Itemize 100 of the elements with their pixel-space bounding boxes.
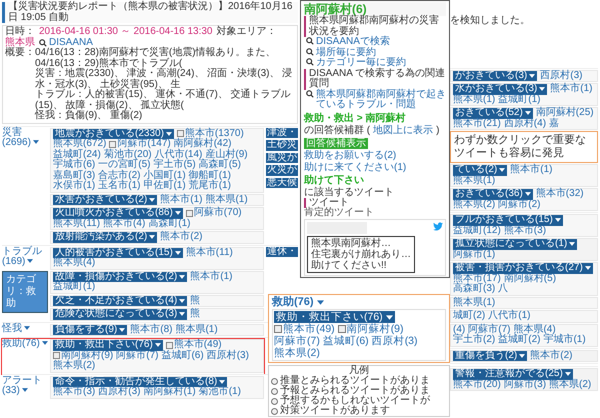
place-link[interactable]: 熊本県(2) bbox=[549, 380, 592, 390]
place-link[interactable]: 熊本市(20) bbox=[453, 380, 501, 390]
place-link[interactable]: 熊本市(1) bbox=[550, 84, 592, 94]
answer-link[interactable]: 救助をお願いする(2) bbox=[304, 150, 396, 160]
place-link[interactable]: 熊本県(1) bbox=[175, 324, 218, 335]
place-link[interactable]: 宇土市(2) bbox=[453, 335, 496, 346]
place-link[interactable]: 西原村(4) bbox=[504, 118, 546, 129]
place-link[interactable]: 西原村(3) bbox=[206, 350, 249, 361]
place-link[interactable]: 南阿蘇村(25) bbox=[536, 108, 594, 118]
place-link[interactable]: 阿蘇市(147) bbox=[117, 139, 171, 150]
subcategory-button[interactable]: 地震がおきている(2330) bbox=[53, 128, 174, 139]
place-link[interactable]: 菊池市(20) bbox=[104, 150, 152, 160]
place-link[interactable]: 合志市(2) bbox=[98, 170, 140, 181]
place-link[interactable]: 阿蘇市(2) bbox=[498, 200, 540, 210]
place-link[interactable]: 益城町(6) bbox=[161, 350, 204, 361]
place-link[interactable]: 阿蘇市(7) bbox=[274, 335, 320, 347]
place-link[interactable]: 熊本県(2) bbox=[53, 361, 96, 372]
category-link[interactable]: 災害(2696) bbox=[2, 128, 48, 148]
place-link[interactable]: 菊池市(1) bbox=[198, 387, 241, 398]
subcategory-button[interactable]: 人的被害がおきている(15) bbox=[53, 248, 183, 258]
place-link[interactable]: 甲佐町(1) bbox=[143, 181, 186, 192]
subcategory-button[interactable]: 被害・損害がおきている(27) bbox=[453, 263, 593, 274]
place-link[interactable]: 熊本市(1370) bbox=[184, 128, 244, 139]
place-link[interactable]: 熊本県(4) bbox=[513, 324, 556, 335]
place-link[interactable]: 南阿蘇村(5) bbox=[504, 274, 556, 284]
place-link[interactable]: 熊本市(11) bbox=[186, 248, 233, 258]
place-link[interactable]: 宇城市(1) bbox=[543, 335, 586, 346]
category-link[interactable]: アラート(33) bbox=[2, 376, 48, 396]
search-link[interactable]: カテゴリー毎に要約 bbox=[306, 58, 446, 68]
subcategory-button[interactable]: 欠乏・不足がおきている(4) bbox=[53, 296, 188, 306]
place-link[interactable]: 熊本市(32) bbox=[536, 189, 584, 200]
place-link[interactable]: 宇城市(6) bbox=[53, 160, 96, 170]
place-link[interactable]: 熊本県(2) bbox=[274, 347, 320, 359]
place-link[interactable]: 阿蘇市(3) bbox=[504, 380, 546, 390]
place-link[interactable]: 西原村(3) bbox=[372, 335, 418, 347]
subcategory-button[interactable]: 放射能汚染がある(2) bbox=[53, 232, 158, 242]
place-link[interactable]: 八 bbox=[498, 284, 508, 294]
category-link[interactable]: トラブル(169) bbox=[2, 246, 48, 268]
place-link[interactable]: 熊本市(49) bbox=[174, 340, 222, 350]
subcategory-button[interactable]: おきている(52) bbox=[453, 108, 533, 118]
place-link[interactable]: 高森町(3) bbox=[453, 284, 496, 294]
place-link[interactable]: 熊 bbox=[190, 309, 200, 320]
place-link[interactable]: 熊本市(8) bbox=[130, 324, 172, 335]
subcategory-button[interactable]: 孤立状態になっている(1) bbox=[453, 239, 578, 250]
place-link[interactable]: 益城町(6) bbox=[322, 335, 369, 347]
place-link[interactable]: 水俣市(1) bbox=[53, 181, 96, 192]
place-link[interactable]: 益城町(2) bbox=[498, 335, 540, 346]
place-link[interactable]: 小国町(1) bbox=[143, 170, 186, 181]
place-link[interactable]: 益城町(1) bbox=[53, 282, 96, 292]
subcategory-button[interactable]: 火山噴火がおきている(86) bbox=[53, 208, 183, 218]
place-link[interactable]: 熊本市(4) bbox=[103, 218, 146, 229]
place-link[interactable]: 八代市(14) bbox=[154, 150, 202, 160]
search-link[interactable]: 熊本県阿蘇郡南阿蘇村で起きているトラブル・問題 bbox=[306, 90, 446, 110]
place-link[interactable]: 熊本県(1) bbox=[205, 194, 248, 205]
place-link[interactable]: 益城町(12) bbox=[453, 226, 501, 236]
place-link[interactable]: 熊本県(11) bbox=[53, 218, 100, 229]
place-link[interactable]: 熊本県(1) bbox=[453, 176, 496, 186]
place-link[interactable]: 熊本県(1) bbox=[453, 94, 496, 105]
category-link[interactable]: 怪我 bbox=[2, 324, 48, 334]
place-link[interactable]: 高森町(5) bbox=[198, 160, 241, 170]
place-link[interactable]: 玉名市(1) bbox=[98, 181, 140, 192]
place-link[interactable]: 阿蘇市(1) bbox=[453, 250, 496, 260]
place-link[interactable]: 益城町(24) bbox=[53, 150, 101, 160]
subcategory-button[interactable]: 救助・救出下さい(76) bbox=[53, 340, 163, 350]
place-link[interactable]: 熊本市(1) bbox=[190, 272, 232, 282]
subcategory-button[interactable]: 水がおきている(3) bbox=[453, 84, 548, 94]
answer-link[interactable]: 助けに来てください(1) bbox=[304, 162, 406, 172]
place-link[interactable]: 熊本県(672) bbox=[53, 139, 106, 150]
subcategory-button[interactable]: おきている(36) bbox=[453, 189, 533, 200]
place-link[interactable]: 嘉島町(3) bbox=[53, 170, 96, 181]
category-link[interactable]: 救助(76) bbox=[272, 296, 324, 308]
place-link[interactable]: 熊本市(17) bbox=[453, 274, 501, 284]
subcategory-button[interactable]: 負傷をする(9) bbox=[53, 324, 128, 335]
place-link[interactable]: 熊本市(3) bbox=[504, 226, 546, 236]
subcategory-button[interactable]: 命令・指示・勧告が発生している(8) bbox=[53, 376, 228, 387]
place-link[interactable]: 八代市(1) bbox=[488, 311, 530, 322]
subcategory-button[interactable]: 故障・損傷がおきている(2) bbox=[53, 272, 188, 282]
place-link[interactable]: 高森町(1) bbox=[148, 218, 191, 229]
place-link[interactable]: 熊本市(49) bbox=[283, 323, 335, 335]
subcategory-button[interactable]: 危険な状態になっている(3) bbox=[53, 309, 188, 320]
place-link[interactable]: 熊本県(2) bbox=[453, 200, 496, 210]
place-link[interactable]: 御船町(1) bbox=[188, 170, 231, 181]
subcategory-button[interactable]: 水害がおきている(2) bbox=[53, 194, 158, 205]
disaana-link[interactable]: DISAANA bbox=[39, 38, 93, 48]
subcategory-button[interactable]: 救助・救出下さい(76) bbox=[274, 311, 395, 323]
place-link[interactable]: 熊本市(3) bbox=[53, 387, 96, 398]
place-link[interactable]: 熊本市(1) bbox=[160, 194, 202, 205]
place-link[interactable]: 阿蘇市(7) bbox=[116, 350, 158, 361]
place-link[interactable]: 熊本市(1) bbox=[510, 165, 552, 176]
map-link[interactable]: 地図上に表示 bbox=[373, 124, 434, 136]
place-link[interactable]: 益城町(1) bbox=[498, 94, 540, 105]
subcategory-button[interactable]: ている(2) bbox=[453, 165, 508, 176]
place-link[interactable]: 阿蘇市(7) bbox=[468, 324, 510, 335]
place-link[interactable]: 南阿蘇村(1) bbox=[143, 387, 196, 398]
place-link[interactable]: 南阿蘇村(9) bbox=[61, 350, 114, 361]
place-link[interactable]: 宇土市(5) bbox=[153, 160, 196, 170]
place-link[interactable]: 熊本市(21) bbox=[453, 118, 501, 129]
place-link[interactable]: 阿蘇市(70) bbox=[194, 208, 242, 218]
place-link[interactable]: 南阿蘇村(42) bbox=[174, 139, 232, 150]
place-link[interactable]: 産山村(9) bbox=[205, 150, 248, 160]
